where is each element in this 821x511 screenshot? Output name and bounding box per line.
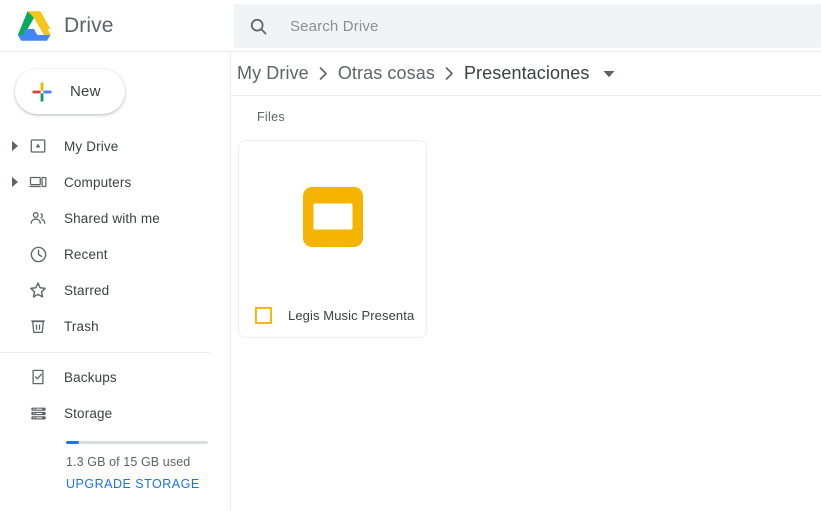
- search-icon: [250, 18, 267, 34]
- breadcrumb: My Drive Otras cosas Presentaciones: [231, 52, 821, 95]
- breadcrumb-item-presentaciones[interactable]: Presentaciones: [464, 63, 589, 84]
- sidebar-nav: My Drive Computers Shared with me Recent…: [0, 128, 230, 493]
- expand-arrow-placeholder: [6, 213, 24, 223]
- google-slides-icon: [302, 187, 363, 247]
- brand-area[interactable]: Drive: [0, 0, 230, 51]
- section-label-files: Files: [257, 110, 285, 124]
- breadcrumb-item-my-drive[interactable]: My Drive: [237, 63, 309, 84]
- storage-progress-bar: [66, 441, 208, 444]
- storage-block: 1.3 GB of 15 GB used UPGRADE STORAGE: [0, 441, 230, 493]
- sidebar-item-label: Computers: [64, 174, 132, 190]
- search-placeholder-text: Search Drive: [290, 17, 379, 35]
- sidebar-item-label: My Drive: [64, 138, 119, 154]
- shared-with-me-icon: [24, 209, 52, 227]
- sidebar-item-backups[interactable]: Backups: [0, 359, 230, 395]
- file-card[interactable]: Legis Music Presentat...: [238, 140, 427, 338]
- chevron-down-icon[interactable]: [603, 70, 615, 78]
- upgrade-storage-link[interactable]: UPGRADE STORAGE: [66, 477, 200, 491]
- clock-icon: [24, 245, 52, 264]
- sidebar-item-trash[interactable]: Trash: [0, 308, 230, 344]
- new-button-wrap: New: [0, 52, 230, 114]
- expand-arrow-placeholder: [6, 249, 24, 259]
- expand-arrow-placeholder: [6, 285, 24, 295]
- google-drive-logo-icon: [17, 10, 51, 41]
- google-slides-icon: [255, 306, 272, 324]
- file-name: Legis Music Presentat...: [288, 307, 414, 323]
- sidebar-item-label: Recent: [64, 246, 108, 262]
- file-thumbnail: [239, 141, 426, 293]
- trash-icon: [24, 317, 52, 335]
- sidebar-item-my-drive[interactable]: My Drive: [0, 128, 230, 164]
- file-card-footer: Legis Music Presentat...: [239, 293, 426, 337]
- star-icon: [24, 280, 52, 300]
- sidebar-item-label: Shared with me: [64, 210, 160, 226]
- computers-icon: [24, 173, 52, 191]
- expand-arrow-placeholder: [6, 408, 24, 418]
- breadcrumb-separator-icon: [319, 67, 328, 80]
- sidebar-item-shared-with-me[interactable]: Shared with me: [0, 200, 230, 236]
- sidebar-item-computers[interactable]: Computers: [0, 164, 230, 200]
- expand-arrow-icon[interactable]: [6, 141, 24, 151]
- content-area: My Drive Otras cosas Presentaciones File…: [230, 52, 821, 511]
- sidebar-divider: [0, 352, 210, 353]
- app-title: Drive: [64, 13, 114, 37]
- breadcrumb-item-otras-cosas[interactable]: Otras cosas: [338, 63, 435, 84]
- my-drive-icon: [24, 137, 52, 155]
- storage-icon: [24, 404, 52, 423]
- sidebar-item-starred[interactable]: Starred: [0, 272, 230, 308]
- breadcrumb-separator-icon: [445, 67, 454, 80]
- drive-app: Drive Search Drive New My Drive Computer…: [0, 0, 821, 511]
- storage-usage-text: 1.3 GB of 15 GB used: [66, 455, 191, 469]
- search-zone: Search Drive: [230, 0, 821, 51]
- storage-progress-fill: [66, 441, 79, 444]
- sidebar-item-label: Backups: [64, 369, 117, 385]
- expand-arrow-placeholder: [6, 321, 24, 331]
- sidebar: New My Drive Computers Shared with me Re…: [0, 52, 230, 511]
- sidebar-item-label: Starred: [64, 282, 110, 298]
- expand-arrow-placeholder: [6, 372, 24, 382]
- plus-icon: [32, 82, 52, 101]
- new-button[interactable]: New: [15, 69, 125, 114]
- top-bar: Drive Search Drive: [0, 0, 821, 52]
- expand-arrow-icon[interactable]: [6, 177, 24, 187]
- sidebar-item-recent[interactable]: Recent: [0, 236, 230, 272]
- search-input[interactable]: Search Drive: [234, 4, 821, 48]
- sidebar-item-storage[interactable]: Storage: [0, 395, 230, 431]
- sidebar-item-label: Trash: [64, 318, 99, 334]
- new-button-label: New: [70, 83, 101, 100]
- backups-icon: [24, 368, 52, 386]
- sidebar-item-label: Storage: [64, 405, 113, 421]
- file-grid: Legis Music Presentat...: [231, 124, 821, 338]
